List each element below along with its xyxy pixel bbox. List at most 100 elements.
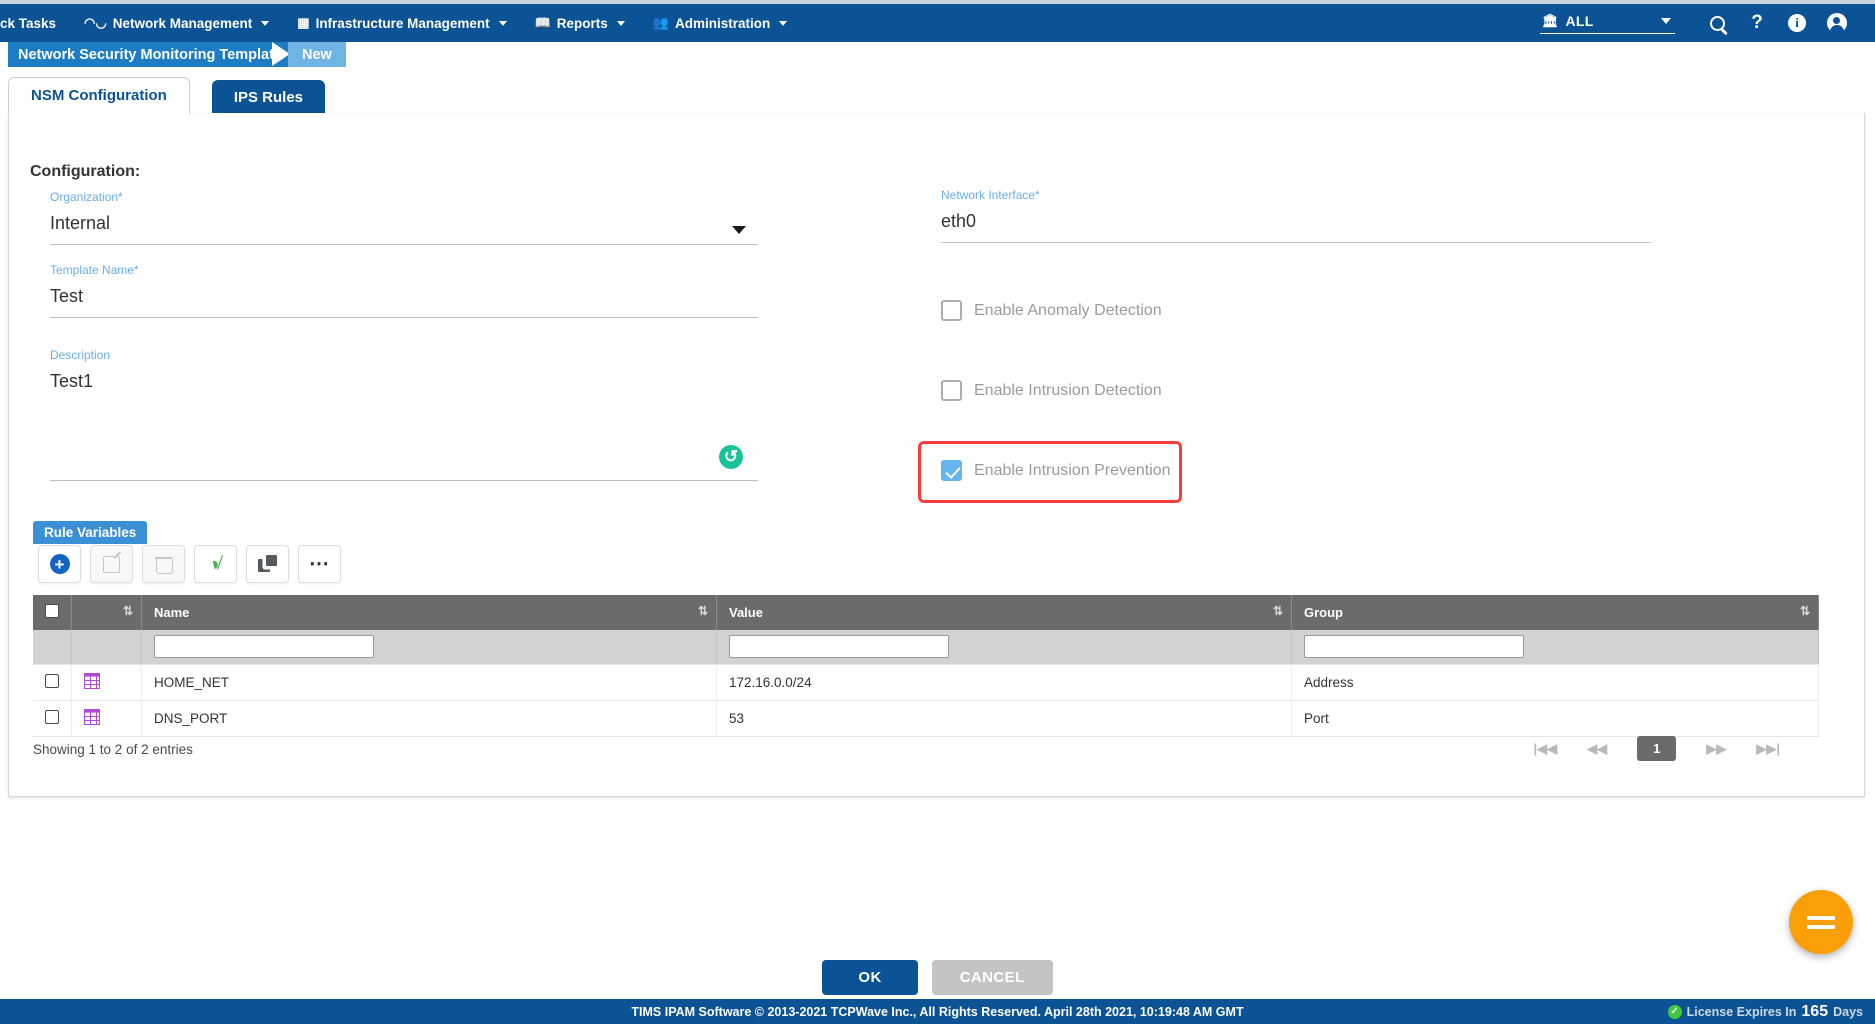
pagination: |◀◀ ◀◀ 1 ▶▶ ▶▶| xyxy=(1533,736,1780,761)
filter-cell-empty xyxy=(71,630,142,665)
chevron-down-icon xyxy=(779,20,788,26)
copy-icon xyxy=(258,555,277,573)
cancel-button[interactable]: CANCEL xyxy=(931,959,1053,995)
sort-icon[interactable]: ⇅ xyxy=(1800,604,1810,618)
row-select-cell[interactable] xyxy=(33,700,72,737)
network-interface-label: Network Interface* xyxy=(941,188,1040,202)
network-icon: ◠◡ xyxy=(84,15,107,30)
header-value[interactable]: Value ⇅ xyxy=(716,595,1292,630)
user-avatar-icon[interactable] xyxy=(1817,4,1857,42)
tab-label: IPS Rules xyxy=(233,88,304,106)
help-icon[interactable]: ? xyxy=(1737,4,1777,42)
chevron-down-icon xyxy=(261,20,270,26)
organization-scope-select[interactable]: 🏛 ALL xyxy=(1540,13,1675,34)
tab-nsm-configuration[interactable]: NSM Configuration xyxy=(8,77,190,114)
description-input[interactable]: Test1 xyxy=(50,368,758,481)
pagination-prev-button[interactable]: ◀◀ xyxy=(1587,741,1607,757)
description-value: Test1 xyxy=(50,371,94,391)
refresh-icon[interactable]: ↺ xyxy=(719,445,743,469)
chevron-down-icon xyxy=(1661,17,1671,24)
template-name-field: Template Name* Test xyxy=(50,263,758,318)
network-interface-field: Network Interface* eth0 xyxy=(941,188,1651,243)
row-icon-cell[interactable] xyxy=(71,664,142,701)
page-title: Configuration: xyxy=(30,163,141,180)
filter-value-input[interactable] xyxy=(729,635,949,659)
row-name: HOME_NET xyxy=(141,664,717,701)
filter-cell-name xyxy=(141,630,717,665)
row-group: Address xyxy=(1291,664,1819,701)
add-button[interactable]: + xyxy=(38,545,81,583)
network-interface-input[interactable]: eth0 xyxy=(941,208,1651,243)
filter-cell-value xyxy=(716,630,1292,665)
template-name-input[interactable]: Test xyxy=(50,283,758,318)
row-checkbox[interactable] xyxy=(45,709,59,724)
nav-item-administration[interactable]: 👥 Administration xyxy=(639,4,801,42)
enable-intrusion-prevention-row[interactable]: Enable Intrusion Prevention xyxy=(941,460,1171,481)
row-value: 53 xyxy=(716,700,1292,737)
more-button[interactable]: ⋯ xyxy=(298,545,341,583)
entries-summary: Showing 1 to 2 of 2 entries xyxy=(33,742,193,757)
table-row[interactable]: DNS_PORT 53 Port xyxy=(33,700,1819,737)
enable-intrusion-detection-row[interactable]: Enable Intrusion Detection xyxy=(941,380,1162,401)
rule-variables-table: ⇅ Name ⇅ Value ⇅ Group ⇅ HOME_NET 172.16… xyxy=(33,595,1819,737)
organization-input[interactable]: Internal xyxy=(50,210,758,245)
table-grid-icon[interactable] xyxy=(84,672,100,689)
tab-ips-rules[interactable]: IPS Rules xyxy=(211,80,326,114)
check-circle-icon: ✓ xyxy=(1667,1004,1682,1019)
header-icon-column[interactable]: ⇅ xyxy=(71,595,142,630)
nav-item-quick-tasks[interactable]: ck Tasks xyxy=(0,4,70,42)
nav-item-infrastructure-management[interactable]: ▦ Infrastructure Management xyxy=(283,4,520,42)
eye-slash-icon: ◑∕ xyxy=(206,552,225,576)
ok-button[interactable]: OK xyxy=(822,959,918,995)
description-field: Description Test1 xyxy=(50,348,758,481)
enable-anomaly-detection-row[interactable]: Enable Anomaly Detection xyxy=(941,300,1162,321)
rule-variables-tab[interactable]: Rule Variables xyxy=(33,521,148,544)
filter-cell-empty xyxy=(33,630,72,665)
license-suffix: Days xyxy=(1833,1004,1863,1019)
chevron-down-icon xyxy=(498,20,507,26)
plus-icon: + xyxy=(49,554,70,574)
row-checkbox[interactable] xyxy=(45,673,59,688)
sort-icon[interactable]: ⇅ xyxy=(1273,604,1283,618)
organization-field: Organization* Internal xyxy=(50,190,758,245)
edit-button[interactable] xyxy=(90,545,133,583)
header-select-all[interactable] xyxy=(33,595,72,630)
pagination-last-button[interactable]: ▶▶| xyxy=(1756,741,1780,757)
pagination-first-button[interactable]: |◀◀ xyxy=(1533,741,1557,757)
clone-button[interactable] xyxy=(246,545,289,583)
nav-label: Administration xyxy=(675,15,771,31)
visibility-button[interactable]: ◑∕ xyxy=(194,545,237,583)
nav-label: Infrastructure Management xyxy=(315,15,490,31)
row-icon-cell[interactable] xyxy=(71,700,142,737)
template-name-label: Template Name* xyxy=(50,263,139,277)
enable-intrusion-prevention-checkbox[interactable] xyxy=(941,460,962,481)
row-select-cell[interactable] xyxy=(33,664,72,701)
nav-right-actions: 🏛 ALL ? i xyxy=(1540,4,1875,42)
nav-item-network-management[interactable]: ◠◡ Network Management xyxy=(70,4,283,42)
info-icon[interactable]: i xyxy=(1777,4,1817,42)
filter-group-input[interactable] xyxy=(1304,635,1524,659)
organization-scope-value: ALL xyxy=(1565,12,1594,29)
header-group[interactable]: Group ⇅ xyxy=(1291,595,1819,630)
filter-cell-group xyxy=(1291,630,1819,665)
search-icon[interactable] xyxy=(1697,4,1737,42)
pagination-next-button[interactable]: ▶▶ xyxy=(1706,741,1726,757)
breadcrumb-parent[interactable]: Network Security Monitoring Template xyxy=(8,42,308,67)
nav-item-reports[interactable]: 📖 Reports xyxy=(521,4,639,42)
top-navigation-bar: ck Tasks ◠◡ Network Management ▦ Infrast… xyxy=(0,4,1875,42)
enable-intrusion-detection-checkbox[interactable] xyxy=(941,380,962,401)
sort-icon[interactable]: ⇅ xyxy=(123,604,133,618)
pagination-page-1[interactable]: 1 xyxy=(1637,736,1677,761)
description-label: Description xyxy=(50,348,111,362)
floating-menu-button[interactable] xyxy=(1789,890,1853,954)
table-row[interactable]: HOME_NET 172.16.0.0/24 Address xyxy=(33,664,1819,701)
table-grid-icon[interactable] xyxy=(84,708,100,725)
header-name[interactable]: Name ⇅ xyxy=(141,595,717,630)
header-group-label: Group xyxy=(1304,605,1343,620)
filter-name-input[interactable] xyxy=(154,635,374,659)
hamburger-icon-bar xyxy=(1807,924,1835,929)
select-all-checkbox[interactable] xyxy=(45,604,59,618)
delete-button[interactable] xyxy=(142,545,185,583)
sort-icon[interactable]: ⇅ xyxy=(698,604,708,618)
enable-anomaly-detection-checkbox[interactable] xyxy=(941,300,962,321)
